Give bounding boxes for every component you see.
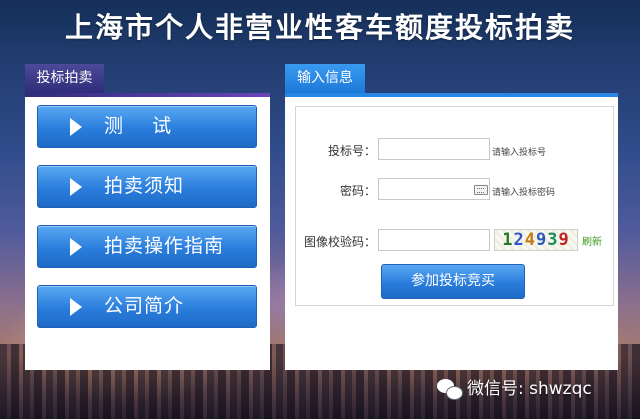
captcha-image: 124939 xyxy=(494,229,578,251)
captcha-char-3: 4 xyxy=(524,230,536,250)
captcha-refresh-link[interactable]: 刷新 xyxy=(582,233,602,248)
play-arrow-icon xyxy=(70,118,82,136)
bid-number-label: 投标号： xyxy=(327,144,376,158)
captcha-char-1: 1 xyxy=(502,230,514,250)
captcha-char-6: 9 xyxy=(558,230,570,250)
auction-notice-button-label: 拍卖须知 xyxy=(104,175,185,197)
company-profile-button[interactable]: 公司简介 xyxy=(37,285,257,328)
captcha-label: 图像校验码： xyxy=(303,235,376,249)
test-button-label: 测 试 xyxy=(104,115,173,137)
captcha-char-4: 9 xyxy=(536,230,548,250)
captcha-char-2: 2 xyxy=(513,230,525,250)
input-info-panel: 投标号： 请输入投标号 密码： 请输入投标密码 图像校验码： 124939 刷新… xyxy=(285,97,618,370)
password-label: 密码： xyxy=(339,184,376,198)
auction-notice-button[interactable]: 拍卖须知 xyxy=(37,165,257,208)
keyboard-icon[interactable] xyxy=(474,185,488,195)
page-title: 上海市个人非营业性客车额度投标拍卖 xyxy=(64,11,575,44)
operation-guide-button[interactable]: 拍卖操作指南 xyxy=(37,225,257,268)
left-nav-panel: 测 试 拍卖须知 拍卖操作指南 公司简介 xyxy=(25,97,270,370)
password-hint: 请输入投标密码 xyxy=(492,188,556,198)
play-arrow-icon xyxy=(70,238,82,256)
bid-form: 投标号： 请输入投标号 密码： 请输入投标密码 图像校验码： 124939 刷新… xyxy=(295,106,614,306)
test-button[interactable]: 测 试 xyxy=(37,105,257,148)
bid-number-input[interactable] xyxy=(378,138,490,160)
tab-input-info[interactable]: 输入信息 xyxy=(285,64,365,93)
captcha-char-5: 3 xyxy=(547,230,559,250)
play-arrow-icon xyxy=(70,178,82,196)
captcha-input[interactable] xyxy=(378,229,490,251)
company-profile-button-label: 公司简介 xyxy=(104,295,185,317)
tab-bid-auction[interactable]: 投标拍卖 xyxy=(25,64,104,93)
submit-bid-button[interactable]: 参加投标竞买 xyxy=(381,264,525,299)
play-arrow-icon xyxy=(70,298,82,316)
wechat-watermark: 微信号: shwzqc xyxy=(437,374,592,404)
wechat-icon xyxy=(437,379,463,400)
bid-number-hint: 请输入投标号 xyxy=(492,148,547,158)
auction-screen: 上海市个人非营业性客车额度投标拍卖 投标拍卖 测 试 拍卖须知 拍卖操作指南 公… xyxy=(0,0,640,419)
operation-guide-button-label: 拍卖操作指南 xyxy=(104,235,225,257)
wechat-id-text: 微信号: shwzqc xyxy=(467,379,592,399)
